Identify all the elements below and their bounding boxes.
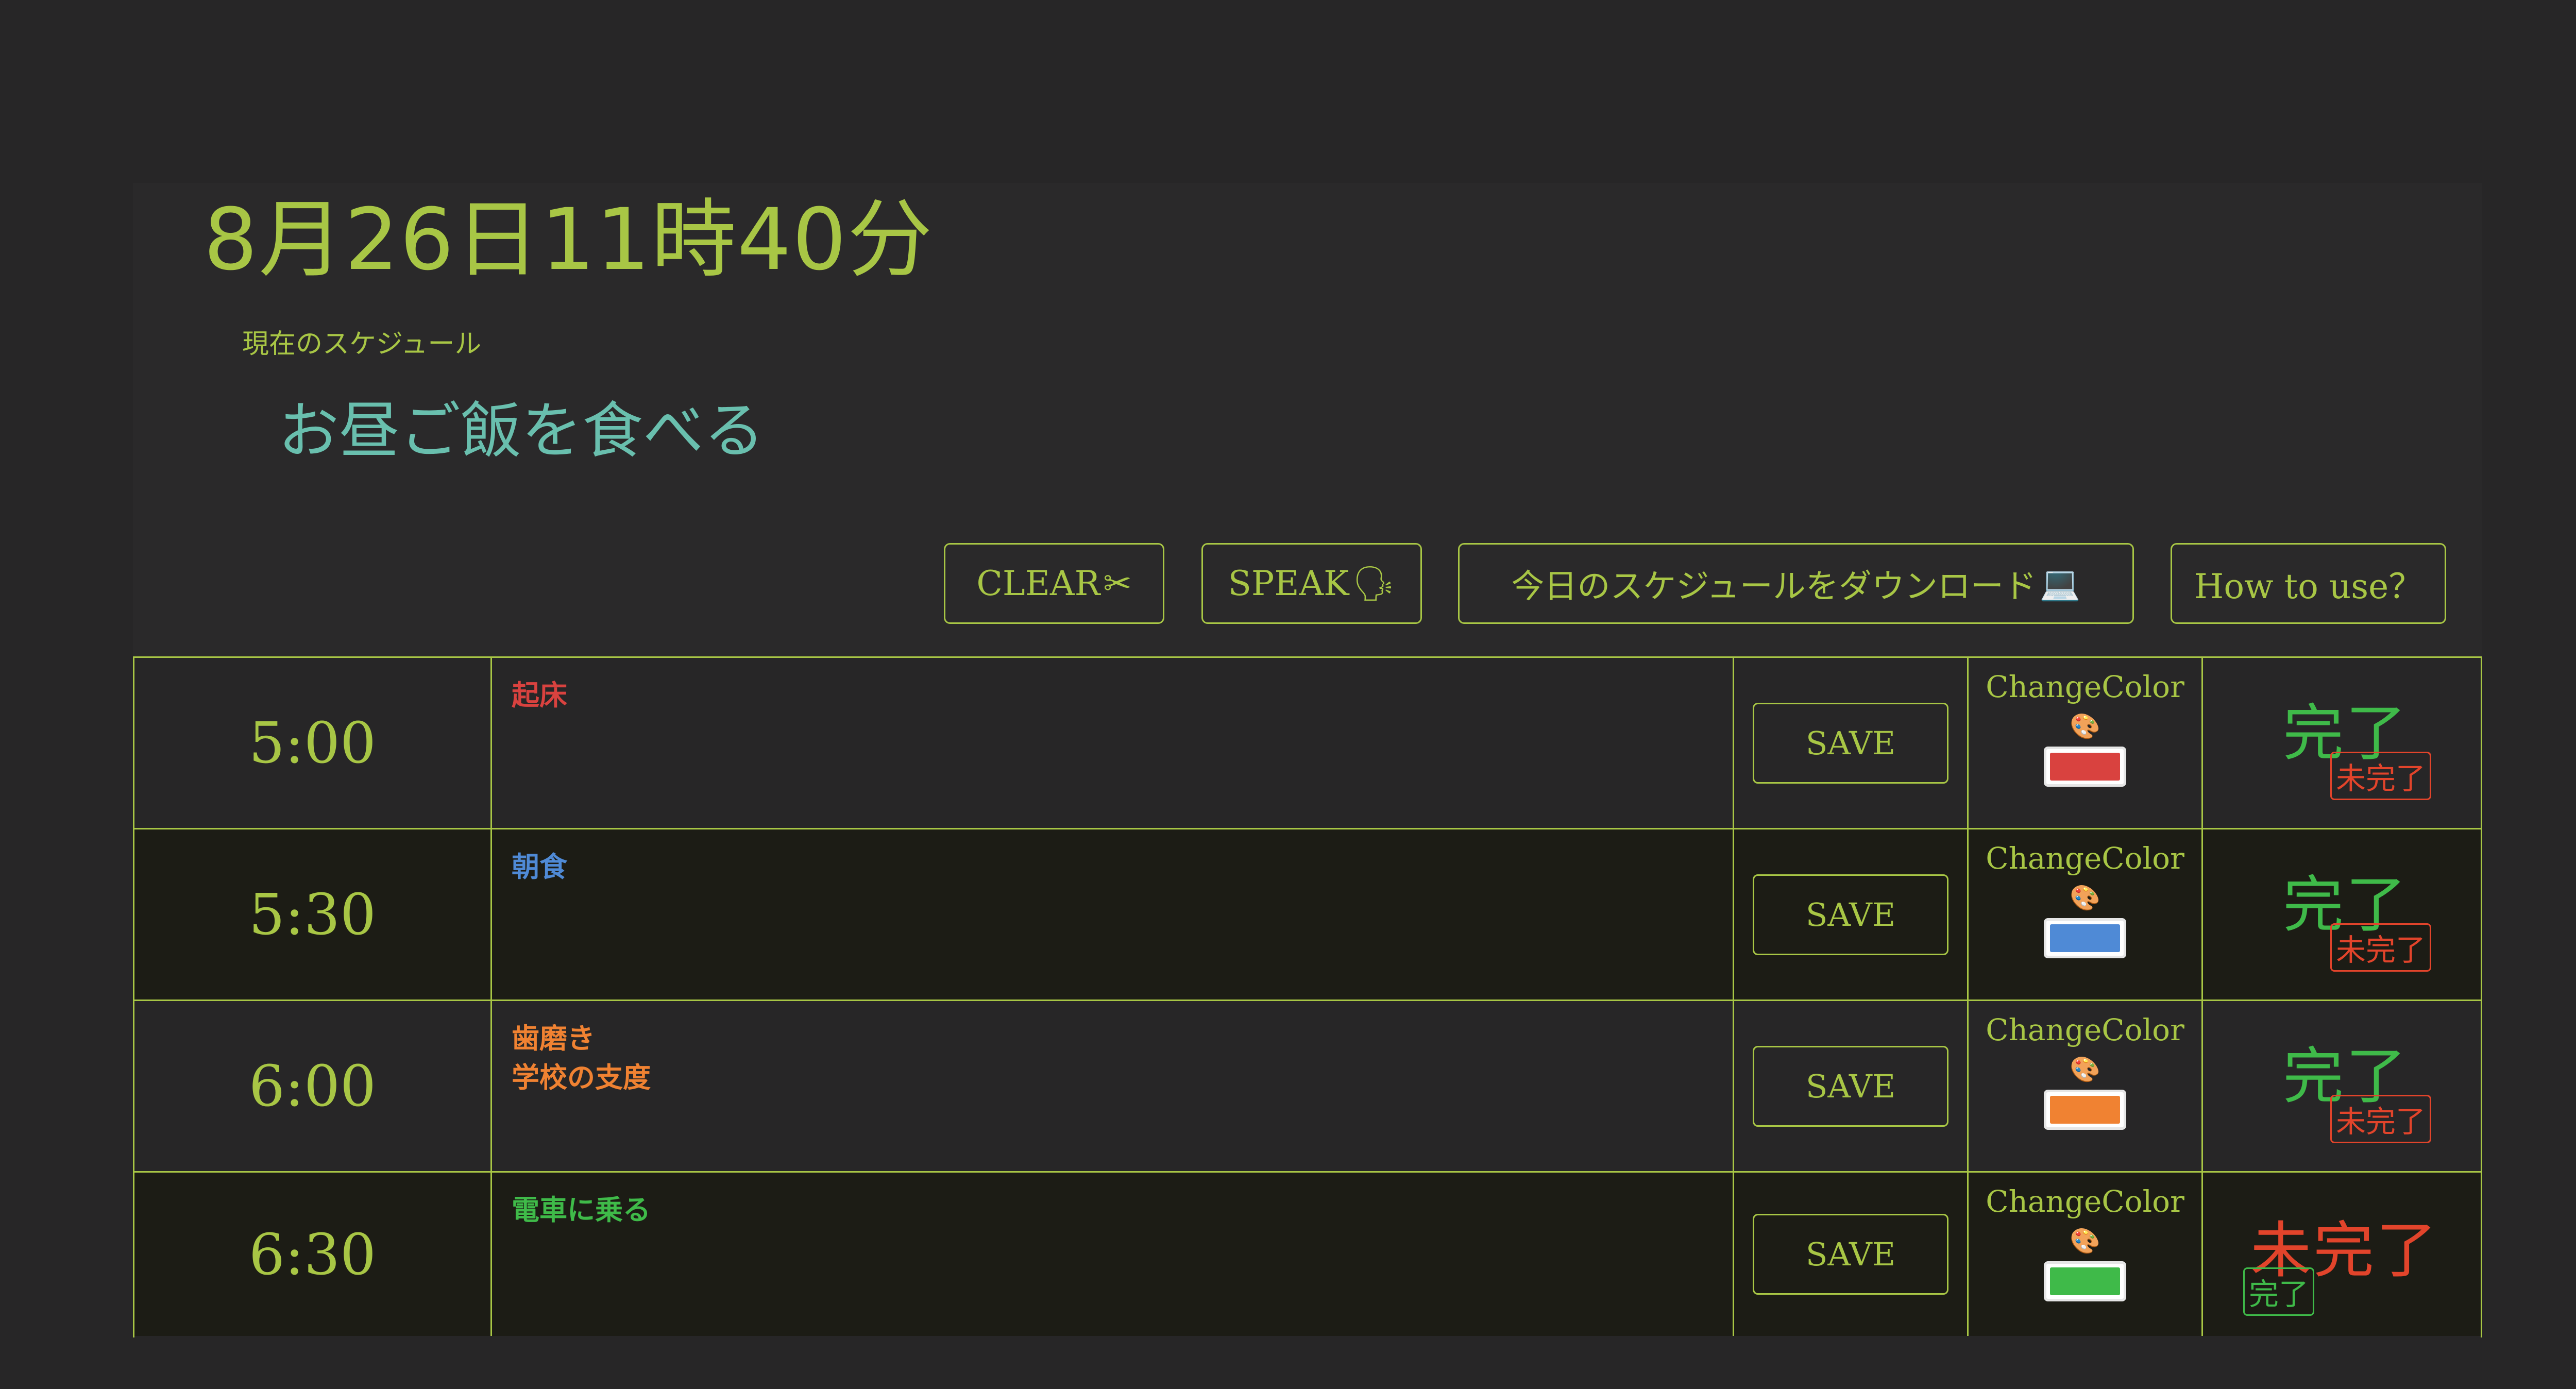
current-schedule-task: お昼ご飯を食べる (278, 395, 765, 466)
clear-button-label: CLEAR (976, 564, 1100, 603)
mark-undone-button[interactable]: 未完了 (2330, 1095, 2432, 1143)
color-picker[interactable] (2044, 918, 2126, 958)
save-button[interactable]: SAVE (1753, 1045, 1948, 1127)
task-text-area[interactable]: 朝食 (492, 829, 1734, 1000)
color-swatch (2050, 1267, 2120, 1295)
task-line: 学校の支度 (512, 1061, 651, 1094)
clear-button[interactable]: CLEAR ✂ (944, 543, 1164, 624)
color-swatch (2050, 1096, 2120, 1124)
task-line: 歯磨き (512, 1022, 595, 1055)
save-cell: SAVE (1734, 1173, 1969, 1336)
change-color-cell: ChangeColor 🎨 (1969, 658, 2203, 828)
schedule-row: 6:30 電車に乗る SAVE ChangeColor 🎨 未完了 完了 (134, 1171, 2481, 1336)
speak-button[interactable]: SPEAK 🗣 (1201, 543, 1422, 624)
task-line: 朝食 (512, 851, 567, 883)
save-cell: SAVE (1734, 1001, 1969, 1171)
status-cell: 完了 未完了 (2203, 829, 2481, 1000)
change-color-cell: ChangeColor 🎨 (1969, 829, 2203, 1000)
save-cell: SAVE (1734, 829, 1969, 1000)
save-button[interactable]: SAVE (1753, 1214, 1948, 1295)
schedule-table: 5:00 起床 SAVE ChangeColor 🎨 完了 未完了 5:30 朝… (133, 656, 2482, 1337)
task-line: 起床 (512, 679, 567, 712)
laptop-icon: 💻 (2039, 565, 2081, 603)
speak-button-label: SPEAK (1228, 564, 1349, 603)
color-picker[interactable] (2044, 1261, 2126, 1301)
color-swatch (2050, 753, 2120, 781)
change-color-cell: ChangeColor 🎨 (1969, 1173, 2203, 1336)
current-schedule-label: 現在のスケジュール (242, 329, 482, 360)
palette-icon: 🎨 (2070, 712, 2100, 741)
time-cell: 6:30 (134, 1173, 492, 1336)
current-datetime: 8月26日11時40分 (204, 190, 934, 289)
download-schedule-button[interactable]: 今日のスケジュールをダウンロード 💻 (1458, 543, 2134, 624)
time-cell: 6:00 (134, 1001, 492, 1171)
how-to-use-label: How to use？ (2194, 566, 2423, 606)
change-color-label: ChangeColor (1986, 841, 2184, 876)
task-text-area[interactable]: 電車に乗る (492, 1173, 1734, 1336)
schedule-row: 6:00 歯磨き 学校の支度 SAVE ChangeColor 🎨 完了 未完了 (134, 1000, 2481, 1171)
task-text-area[interactable]: 歯磨き 学校の支度 (492, 1001, 1734, 1171)
change-color-label: ChangeColor (1986, 1012, 2184, 1047)
save-button[interactable]: SAVE (1753, 702, 1948, 784)
change-color-label: ChangeColor (1986, 1184, 2184, 1219)
change-color-label: ChangeColor (1986, 669, 2184, 704)
how-to-use-button[interactable]: How to use？ (2171, 543, 2446, 624)
time-cell: 5:30 (134, 829, 492, 1000)
download-button-label: 今日のスケジュールをダウンロード (1511, 567, 2037, 606)
save-button[interactable]: SAVE (1753, 874, 1948, 955)
save-cell: SAVE (1734, 658, 1969, 828)
mark-undone-button[interactable]: 未完了 (2330, 752, 2432, 800)
color-picker[interactable] (2044, 747, 2126, 787)
palette-icon: 🎨 (2070, 1055, 2100, 1084)
time-cell: 5:00 (134, 658, 492, 828)
change-color-cell: ChangeColor 🎨 (1969, 1001, 2203, 1171)
schedule-row: 5:30 朝食 SAVE ChangeColor 🎨 完了 未完了 (134, 828, 2481, 1000)
task-line: 電車に乗る (512, 1194, 651, 1226)
color-swatch (2050, 924, 2120, 952)
palette-icon: 🎨 (2070, 1227, 2100, 1256)
speaking-head-icon: 🗣 (1352, 563, 1396, 603)
status-cell: 未完了 完了 (2203, 1173, 2481, 1336)
status-cell: 完了 未完了 (2203, 1001, 2481, 1171)
palette-icon: 🎨 (2070, 884, 2100, 912)
color-picker[interactable] (2044, 1090, 2126, 1130)
schedule-row: 5:00 起床 SAVE ChangeColor 🎨 完了 未完了 (134, 656, 2481, 828)
mark-undone-button[interactable]: 未完了 (2330, 923, 2432, 972)
task-text-area[interactable]: 起床 (492, 658, 1734, 828)
status-cell: 完了 未完了 (2203, 658, 2481, 828)
mark-done-button[interactable]: 完了 (2243, 1267, 2315, 1316)
scissors-icon: ✂ (1103, 564, 1132, 603)
